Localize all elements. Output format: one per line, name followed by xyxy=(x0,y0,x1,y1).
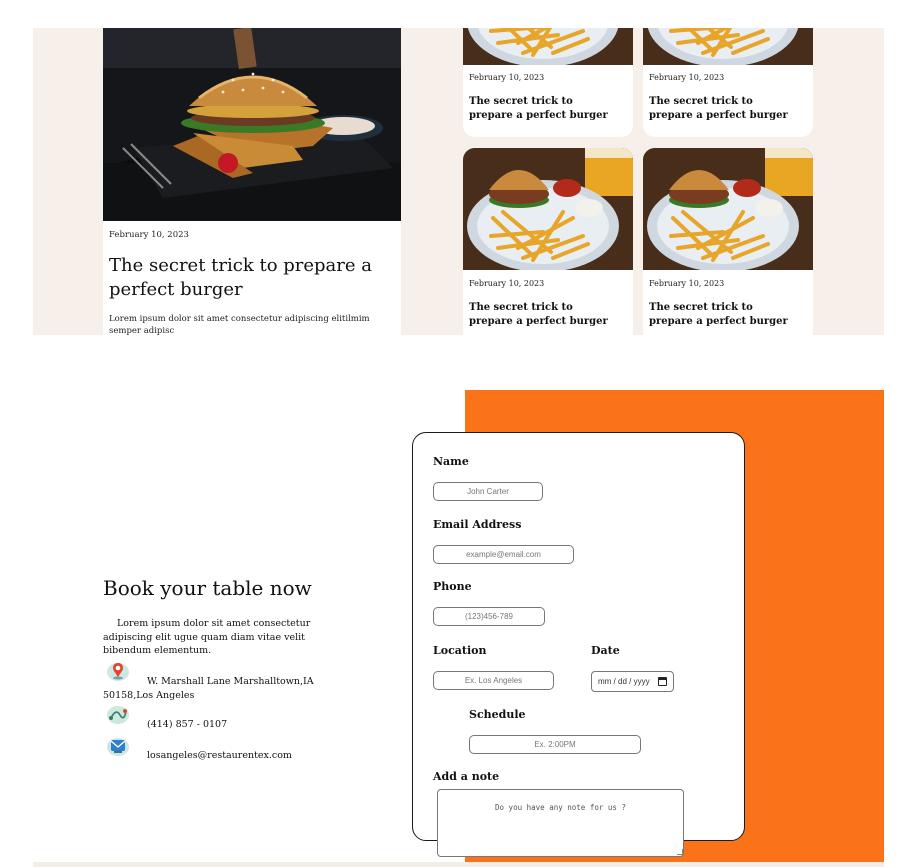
blog-card-date: February 10, 2023 xyxy=(469,73,545,82)
calendar-icon[interactable] xyxy=(658,677,667,686)
blog-card-title[interactable]: The secret trick to prepare a perfect bu… xyxy=(649,95,799,123)
note-textarea[interactable] xyxy=(437,789,684,857)
reservation-form: Name Email Address Phone Location Date m… xyxy=(412,432,745,857)
blog-section: February 10, 2023 The secret trick to pr… xyxy=(33,28,884,335)
blog-card-image xyxy=(463,148,633,270)
blog-card-title[interactable]: The secret trick to prepare a perfect bu… xyxy=(469,95,619,123)
blog-card-date: February 10, 2023 xyxy=(649,279,725,288)
featured-blog-post[interactable]: February 10, 2023 The secret trick to pr… xyxy=(103,28,401,335)
blog-card-title[interactable]: The secret trick to prepare a perfect bu… xyxy=(649,301,799,329)
schedule-label: Schedule xyxy=(469,708,526,721)
contact-address: W. Marshall Lane Marshalltown,IA 50158,L… xyxy=(103,676,314,701)
contact-phone: (414) 857 - 0107 xyxy=(147,719,228,730)
location-input[interactable] xyxy=(433,671,554,690)
blog-card-date: February 10, 2023 xyxy=(469,279,545,288)
date-input-value: mm / dd / yyyy xyxy=(598,677,650,686)
reservation-title: Book your table now xyxy=(103,576,312,600)
date-label: Date xyxy=(591,644,620,657)
footer-strip xyxy=(33,862,884,867)
blog-card[interactable]: February 10, 2023 The secret trick to pr… xyxy=(463,148,633,335)
resize-handle-icon[interactable] xyxy=(677,849,683,855)
featured-post-excerpt: Lorem ipsum dolor sit amet consectetur a… xyxy=(109,314,370,335)
location-label: Location xyxy=(433,644,487,657)
schedule-input[interactable] xyxy=(469,735,641,754)
name-label: Name xyxy=(433,455,469,468)
date-input[interactable]: mm / dd / yyyy xyxy=(591,671,674,692)
featured-post-image xyxy=(103,28,401,221)
blog-card-image xyxy=(643,28,813,65)
blog-card[interactable]: February 10, 2023 The secret trick to pr… xyxy=(643,28,813,137)
blog-card[interactable]: February 10, 2023 The secret trick to pr… xyxy=(463,28,633,137)
blog-card-title[interactable]: The secret trick to prepare a perfect bu… xyxy=(469,301,619,329)
blog-card[interactable]: February 10, 2023 The secret trick to pr… xyxy=(643,148,813,335)
map-route-icon xyxy=(106,704,130,726)
blog-card-image xyxy=(463,28,633,65)
phone-label: Phone xyxy=(433,580,472,593)
name-input[interactable] xyxy=(433,482,543,501)
email-icon xyxy=(106,735,130,757)
note-label: Add a note xyxy=(433,770,500,783)
email-label: Email Address xyxy=(433,518,522,531)
blog-card-image xyxy=(643,148,813,270)
featured-post-date: February 10, 2023 xyxy=(109,230,189,240)
email-input[interactable] xyxy=(433,545,574,564)
contact-email[interactable]: losangeles@restaurentex.com xyxy=(147,749,292,763)
reservation-description: Lorem ipsum dolor sit amet consectetur a… xyxy=(103,618,311,656)
phone-input[interactable] xyxy=(433,607,545,626)
blog-card-date: February 10, 2023 xyxy=(649,73,725,82)
featured-post-title[interactable]: The secret trick to prepare a perfect bu… xyxy=(109,254,389,302)
